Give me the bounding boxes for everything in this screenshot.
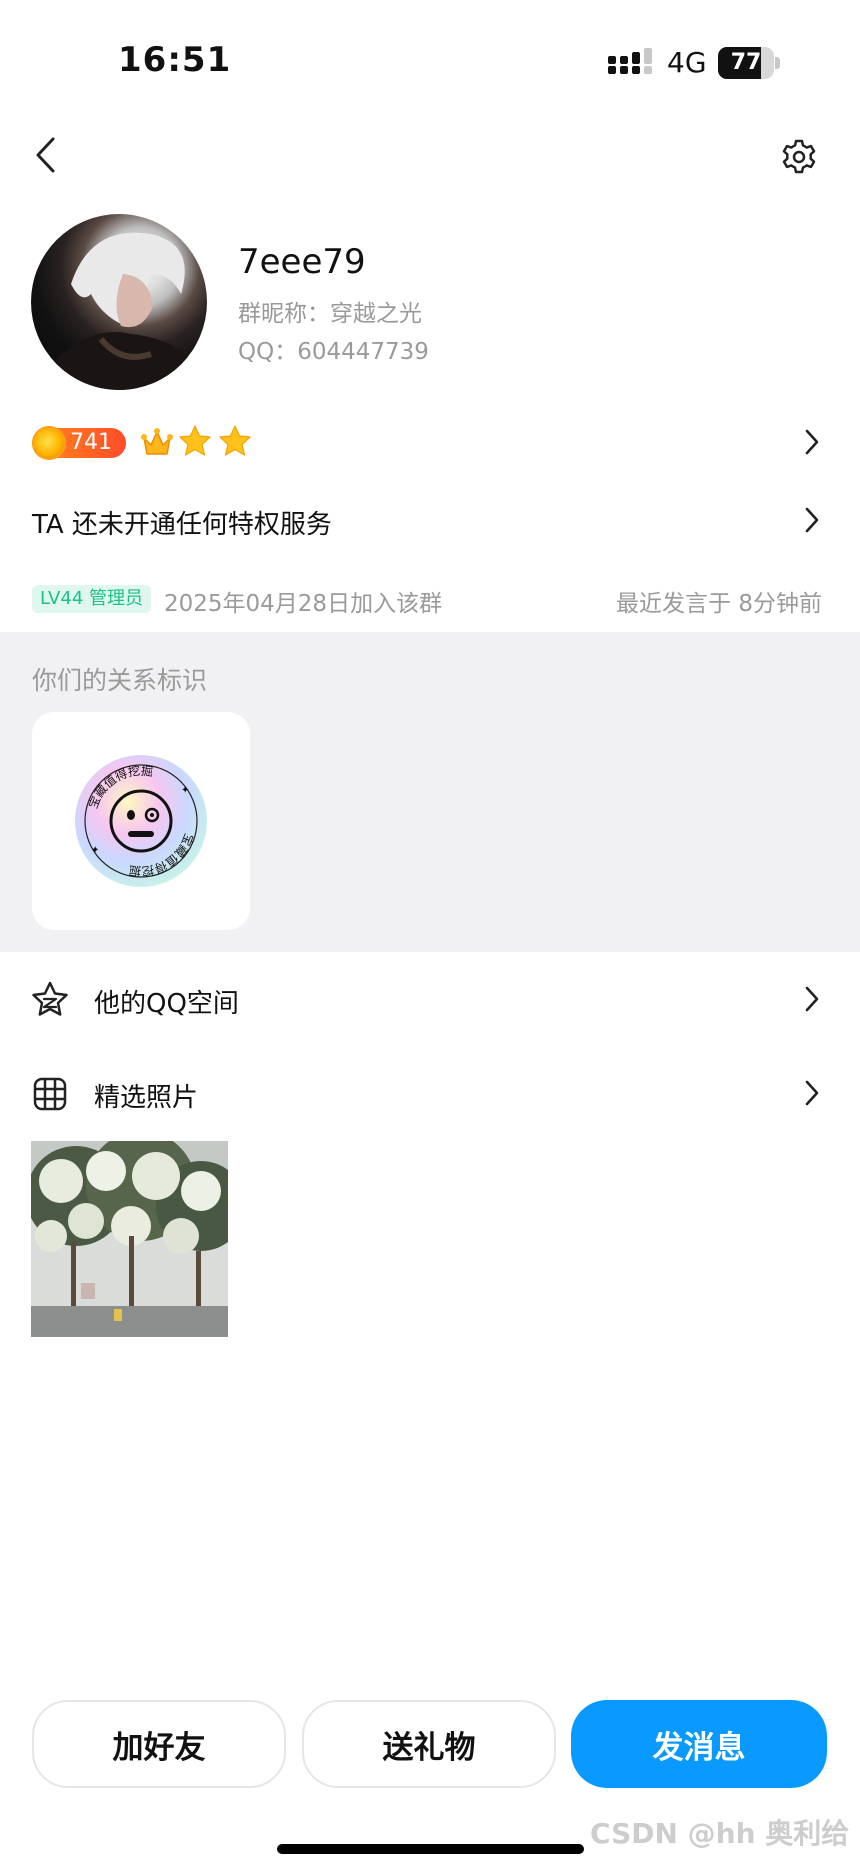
badges-chevron[interactable]	[800, 424, 824, 460]
chevron-right-icon	[805, 1080, 819, 1106]
qq-number: QQ：604447739	[238, 339, 429, 365]
nickname: 7eee79	[238, 242, 366, 282]
last-speak: 最近发言于 8分钟前	[616, 591, 822, 617]
star-icon	[219, 425, 251, 456]
relation-title: 你们的关系标识	[32, 666, 208, 695]
watermark: CSDN @hh 奥利给	[590, 1817, 850, 1850]
settings-button[interactable]	[776, 134, 822, 180]
star-icon	[179, 425, 211, 456]
gear-icon	[782, 139, 816, 174]
back-button[interactable]	[26, 130, 66, 180]
home-indicator[interactable]	[277, 1844, 584, 1854]
chevron-right-icon	[805, 429, 819, 455]
avatar[interactable]	[31, 214, 207, 390]
status-time: 16:51	[118, 40, 232, 80]
network-type: 4G	[667, 46, 707, 79]
svg-text:✦: ✦	[91, 845, 99, 856]
battery-icon: 77	[718, 47, 780, 79]
level-value: 741	[70, 430, 112, 455]
relation-badge-card[interactable]: 宝藏值得挖掘 宝藏值得挖掘 ✦ ✦	[32, 712, 250, 930]
privilege-chevron[interactable]	[800, 502, 824, 538]
qzone-chevron[interactable]	[800, 981, 824, 1017]
add-friend-button[interactable]: 加好友	[32, 1700, 286, 1788]
avatar-image	[31, 232, 207, 390]
join-date: 2025年04月28日加入该群	[164, 591, 443, 617]
photo-image	[31, 1141, 228, 1337]
battery-level: 77	[730, 50, 762, 75]
send-gift-button[interactable]: 送礼物	[302, 1700, 556, 1788]
chevron-right-icon	[805, 507, 819, 533]
signal-icon	[608, 48, 652, 74]
star-outline-icon	[32, 981, 68, 1016]
group-nickname: 群昵称：穿越之光	[238, 301, 422, 327]
qzone-row-label[interactable]: 他的QQ空间	[94, 983, 239, 1020]
crown-icon	[141, 428, 173, 455]
relation-badge-icon: 宝藏值得挖掘 宝藏值得挖掘 ✦ ✦	[75, 755, 207, 887]
grid-icon	[33, 1077, 67, 1111]
svg-text:✦: ✦	[181, 785, 189, 796]
privilege-text[interactable]: TA 还未开通任何特权服务	[32, 504, 332, 541]
qq-level-badge[interactable]: 741	[32, 426, 126, 460]
photo-thumbnail[interactable]	[31, 1141, 228, 1337]
photos-chevron[interactable]	[800, 1075, 824, 1111]
chevron-left-icon	[36, 137, 55, 173]
coin-icon	[32, 426, 66, 460]
group-level-tag: LV44 管理员	[32, 585, 151, 613]
photos-row-label[interactable]: 精选照片	[94, 1077, 198, 1114]
send-message-button[interactable]: 发消息	[571, 1700, 827, 1788]
chevron-right-icon	[805, 986, 819, 1012]
